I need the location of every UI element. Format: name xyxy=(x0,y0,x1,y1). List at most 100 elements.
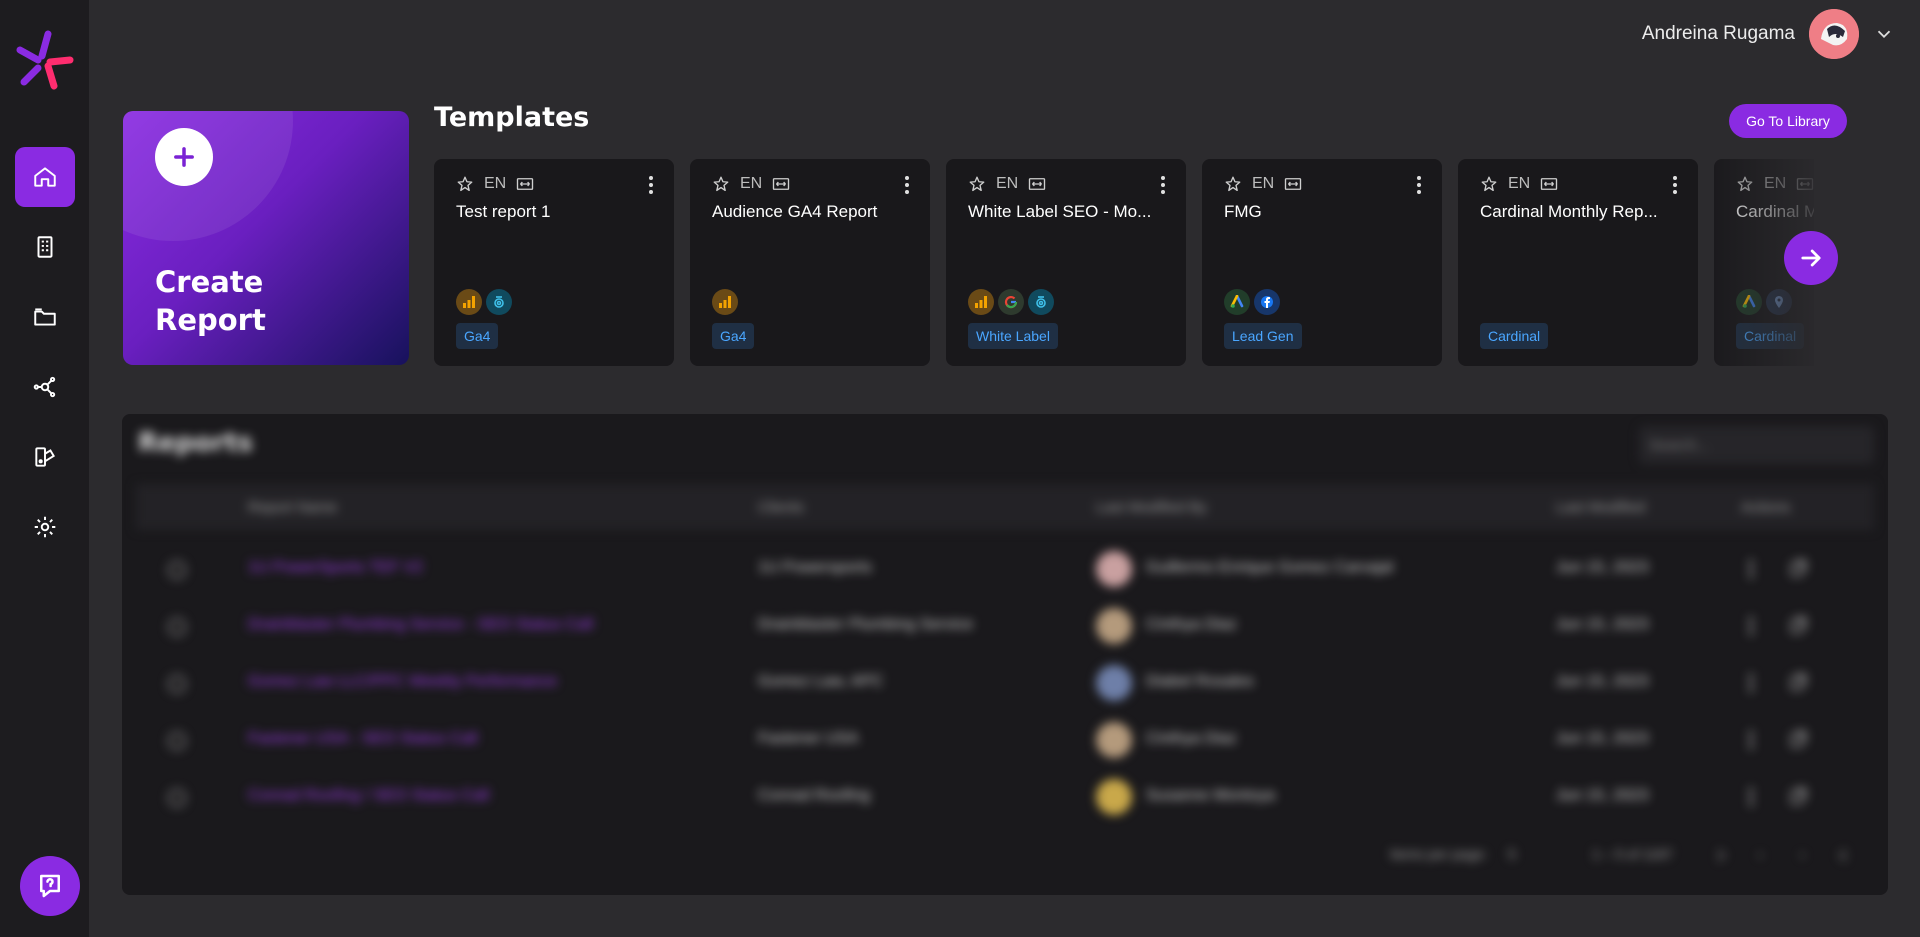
sidebar-item-branding[interactable] xyxy=(15,427,75,487)
template-card[interactable]: EN Cardinal Monthly Rep... Cardinal xyxy=(1458,159,1698,366)
prev-page-button[interactable]: ‹ xyxy=(1758,846,1763,862)
facebook-icon xyxy=(1254,289,1280,315)
analytics-4-icon xyxy=(1028,289,1054,315)
duplicate-icon[interactable] xyxy=(1788,671,1810,693)
table-row[interactable]: Conrad Roofing / SEO Status Call Conrad … xyxy=(136,769,1874,826)
duplicate-icon[interactable] xyxy=(1788,728,1810,750)
width-icon xyxy=(1797,178,1814,190)
report-name-link[interactable]: Drainblaster Plumbing Service - SEO Stat… xyxy=(248,616,593,634)
column-clients[interactable]: Clients xyxy=(758,499,804,516)
google-analytics-icon xyxy=(712,289,738,315)
more-options-icon[interactable] xyxy=(1414,175,1424,195)
more-options-icon[interactable] xyxy=(1158,175,1168,195)
duplicate-icon[interactable] xyxy=(1788,785,1810,807)
table-row[interactable]: Drainblaster Plumbing Service - SEO Stat… xyxy=(136,598,1874,655)
template-title: Audience GA4 Report xyxy=(712,202,878,221)
go-to-library-button[interactable]: Go To Library xyxy=(1729,104,1847,138)
sidebar-item-settings[interactable] xyxy=(15,497,75,557)
star-icon[interactable] xyxy=(968,175,986,193)
modified-by: Cinthya Diaz xyxy=(1146,730,1237,747)
modified-by: Diabel Rosales xyxy=(1146,673,1254,690)
carousel-next-button[interactable] xyxy=(1784,231,1838,285)
more-options-icon[interactable] xyxy=(646,175,656,195)
column-report-name[interactable]: Report Name xyxy=(248,499,337,516)
language-label: EN xyxy=(1764,175,1787,192)
more-options-icon[interactable] xyxy=(1748,616,1754,636)
modified-date: Jun 15, 2023 xyxy=(1556,673,1649,690)
google-maps-icon xyxy=(1766,289,1792,315)
first-page-button[interactable]: |‹ xyxy=(1718,846,1726,862)
template-title: Cardinal M xyxy=(1736,202,1814,221)
template-card[interactable]: EN Audience GA4 Report Ga4 xyxy=(690,159,930,366)
analytics-4-icon xyxy=(486,289,512,315)
reports-panel: Reports Search... Report Name Clients La… xyxy=(122,414,1888,895)
template-title: White Label SEO - Mo... xyxy=(968,202,1152,221)
client-name: Drainblaster Plumbing Service xyxy=(758,616,974,633)
sidebar-item-home[interactable] xyxy=(15,147,75,207)
more-options-icon[interactable] xyxy=(1670,175,1680,195)
data-source-icons xyxy=(456,289,512,315)
sidebar-item-integrations[interactable] xyxy=(15,357,75,417)
report-name-link[interactable]: Fastener USA - SEO Status Call xyxy=(248,730,477,748)
star-icon[interactable] xyxy=(456,175,474,193)
width-icon xyxy=(517,178,534,190)
next-page-button[interactable]: › xyxy=(1800,846,1805,862)
template-card[interactable]: EN Test report 1 Ga4 xyxy=(434,159,674,366)
width-icon xyxy=(1285,178,1302,190)
more-options-icon[interactable] xyxy=(1748,673,1754,693)
template-tag: Ga4 xyxy=(456,323,499,349)
help-chat-button[interactable] xyxy=(20,856,80,916)
row-radio[interactable] xyxy=(168,561,186,579)
sidebar-item-clients[interactable] xyxy=(15,217,75,277)
row-radio[interactable] xyxy=(168,618,186,636)
table-row[interactable]: 1U PowerSports TEF V2 1U Powersports Gui… xyxy=(136,541,1874,598)
more-options-icon[interactable] xyxy=(1748,730,1754,750)
star-icon[interactable] xyxy=(1736,175,1754,193)
sidebar-item-reports[interactable] xyxy=(15,287,75,347)
google-icon xyxy=(998,289,1024,315)
star-icon[interactable] xyxy=(1480,175,1498,193)
language-label: EN xyxy=(1508,175,1531,192)
column-last-modified-by[interactable]: Last Modified By xyxy=(1096,499,1207,516)
duplicate-icon[interactable] xyxy=(1788,614,1810,636)
search-placeholder: Search... xyxy=(1649,436,1710,454)
create-report-button[interactable]: Create Report xyxy=(123,111,409,365)
star-icon[interactable] xyxy=(712,175,730,193)
more-options-icon[interactable] xyxy=(1748,559,1754,579)
more-options-icon[interactable] xyxy=(902,175,912,195)
help-chat-icon xyxy=(40,874,60,898)
language-label: EN xyxy=(484,175,507,192)
gear-icon xyxy=(34,516,56,538)
user-name: Andreina Rugama xyxy=(1641,23,1795,44)
star-icon[interactable] xyxy=(1224,175,1242,193)
more-options-icon[interactable] xyxy=(1748,787,1754,807)
client-name: Conrad Roofing xyxy=(758,787,871,804)
template-tag: Cardinal xyxy=(1480,323,1549,349)
page-size-select[interactable]: 5 xyxy=(1508,846,1516,862)
chevron-down-icon[interactable] xyxy=(1873,23,1895,45)
report-name-link[interactable]: 1U PowerSports TEF V2 xyxy=(248,559,423,577)
modified-date: Jun 15, 2023 xyxy=(1556,730,1649,747)
app-logo[interactable] xyxy=(16,30,74,90)
column-last-modified[interactable]: Last Modified xyxy=(1556,499,1645,516)
user-menu[interactable]: Andreina Rugama xyxy=(1642,8,1895,60)
data-source-icons xyxy=(1736,289,1792,315)
sidebar xyxy=(0,0,89,937)
report-name-link[interactable]: Gomez Law LLC/PPC Weekly Performance xyxy=(248,673,557,691)
report-name-link[interactable]: Conrad Roofing / SEO Status Call xyxy=(248,787,489,805)
table-row[interactable]: Gomez Law LLC/PPC Weekly Performance Gom… xyxy=(136,655,1874,712)
avatar xyxy=(1096,722,1132,758)
row-radio[interactable] xyxy=(168,675,186,693)
template-card[interactable]: EN FMG Lead Gen xyxy=(1202,159,1442,366)
google-ads-icon xyxy=(1224,289,1250,315)
table-row[interactable]: Fastener USA - SEO Status Call Fastener … xyxy=(136,712,1874,769)
modified-date: Jun 15, 2023 xyxy=(1556,787,1649,804)
last-page-button[interactable]: ›| xyxy=(1838,846,1846,862)
reports-search-input[interactable]: Search... xyxy=(1639,426,1874,464)
template-card[interactable]: EN White Label SEO - Mo... White Label xyxy=(946,159,1186,366)
row-radio[interactable] xyxy=(168,789,186,807)
items-per-page-label: Items per page: xyxy=(1390,846,1488,862)
duplicate-icon[interactable] xyxy=(1788,557,1810,579)
column-actions: Actions xyxy=(1741,498,1791,516)
row-radio[interactable] xyxy=(168,732,186,750)
